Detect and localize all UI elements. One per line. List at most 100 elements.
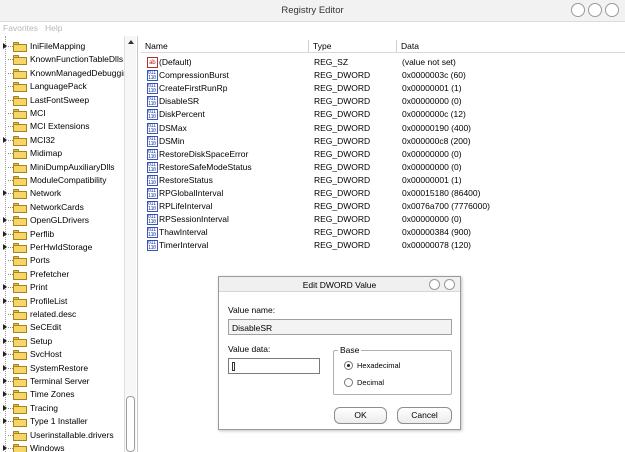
- tree-item[interactable]: Userinstallable.drivers: [0, 429, 126, 442]
- column-header-name[interactable]: Name: [141, 40, 309, 53]
- column-header-type-label: Type: [313, 41, 332, 51]
- list-row[interactable]: 011 110 DiskPercent REG_DWORD 0x0000000c (12…: [141, 108, 625, 121]
- tree-item[interactable]: Prefetcher: [0, 268, 126, 281]
- folder-icon: [13, 430, 27, 441]
- list-row[interactable]: 011 110 RestoreStatus REG_DWORD 0x00000001 (…: [141, 174, 625, 187]
- tree-item[interactable]: SvcHost: [0, 348, 126, 361]
- ok-button[interactable]: OK: [334, 407, 387, 424]
- list-row[interactable]: 011 110 DSMax REG_DWORD 0x00000190 (400): [141, 122, 625, 135]
- hexadecimal-radio[interactable]: [344, 361, 353, 370]
- value-name-text: DisableSR: [232, 323, 273, 333]
- tree-item[interactable]: Perflib: [0, 228, 126, 241]
- dialog-minimize-button[interactable]: [429, 279, 440, 290]
- list-row[interactable]: 011 110 TimerInterval REG_DWORD 0x00000078 (…: [141, 239, 625, 252]
- value-name: DSMax: [159, 122, 187, 133]
- value-type: REG_DWORD: [314, 148, 371, 159]
- list-row[interactable]: 011 110 CompressionBurst REG_DWORD 0x0000003…: [141, 69, 625, 82]
- binary-value-icon: 011 110: [147, 227, 158, 239]
- tree-item-label: Midimap: [30, 148, 63, 159]
- tree-item[interactable]: OpenGLDrivers: [0, 214, 126, 227]
- tree-item[interactable]: Midimap: [0, 147, 126, 160]
- binary-value-icon: 011 110: [147, 214, 158, 226]
- tree-item-label: SeCEdit: [30, 322, 62, 333]
- value-data: 0x00000000 (0): [402, 161, 462, 172]
- tree-item-label: IniFileMapping: [30, 41, 86, 51]
- value-data-input[interactable]: [228, 358, 320, 374]
- column-header-data-label: Data: [401, 41, 419, 51]
- tree-item[interactable]: ProfileList: [0, 295, 126, 308]
- list-row[interactable]: 011 110 RestoreDiskSpaceError REG_DWORD 0x00…: [141, 148, 625, 161]
- folder-icon: [13, 377, 27, 387]
- scrollbar-thumb[interactable]: [126, 396, 135, 452]
- tree-item[interactable]: MiniDumpAuxiliaryDlls: [0, 161, 126, 174]
- tree-item[interactable]: MCI32: [0, 134, 126, 147]
- folder-icon: [13, 109, 27, 119]
- close-button[interactable]: [605, 3, 619, 17]
- tree-item[interactable]: MCI: [0, 107, 126, 120]
- tree-item-label: NetworkCards: [30, 201, 84, 212]
- list-row[interactable]: 011 110 RestoreSafeModeStatus REG_DWORD 0x00…: [141, 161, 625, 174]
- list-row[interactable]: 011 110 RPSessionInterval REG_DWORD 0x000000…: [141, 213, 625, 226]
- list-row[interactable]: 011 110 DisableSR REG_DWORD 0x00000000 (0): [141, 95, 625, 108]
- tree-item[interactable]: IniFileMapping: [0, 40, 126, 53]
- tree-item[interactable]: MCI Extensions: [0, 120, 126, 133]
- tree-item[interactable]: related.desc: [0, 308, 126, 321]
- list-row[interactable]: 011 110 CreateFirstRunRp REG_DWORD 0x0000000…: [141, 82, 625, 95]
- maximize-button[interactable]: [588, 3, 602, 17]
- value-type: REG_DWORD: [314, 214, 371, 225]
- tree-item[interactable]: SystemRestore: [0, 362, 126, 375]
- tree-item[interactable]: PerHwIdStorage: [0, 241, 126, 254]
- dialog-close-button[interactable]: [444, 279, 455, 290]
- folder-icon: [13, 243, 27, 253]
- decimal-radio[interactable]: [344, 378, 353, 387]
- folder-icon: [13, 42, 27, 52]
- list-row[interactable]: ab (Default) REG_SZ (value not set): [141, 56, 625, 69]
- list-row[interactable]: 011 110 RPGlobalInterval REG_DWORD 0x0001518…: [141, 187, 625, 200]
- tree-item[interactable]: Print: [0, 281, 126, 294]
- hexadecimal-label[interactable]: Hexadecimal: [357, 361, 400, 370]
- tree-item[interactable]: Type 1 Installer: [0, 415, 126, 428]
- tree-item[interactable]: NetworkCards: [0, 201, 126, 214]
- list-row[interactable]: 011 110 RPLifeInterval REG_DWORD 0x0076a700 …: [141, 200, 625, 213]
- tree-item[interactable]: KnownFunctionTableDlls: [0, 53, 126, 66]
- column-header-type[interactable]: Type: [309, 40, 397, 53]
- value-type: REG_DWORD: [314, 174, 371, 185]
- cancel-button[interactable]: Cancel: [397, 407, 452, 424]
- tree-item[interactable]: LanguagePack: [0, 80, 126, 93]
- value-data: 0x00000001 (1): [402, 83, 462, 94]
- tree-item[interactable]: Setup: [0, 335, 126, 348]
- tree-item[interactable]: Network: [0, 187, 126, 200]
- folder-icon: [13, 122, 27, 133]
- tree-item[interactable]: Terminal Server: [0, 375, 126, 388]
- scroll-up-arrow-icon[interactable]: [128, 40, 134, 44]
- menu-help[interactable]: Help: [45, 23, 62, 33]
- value-data: 0x00000000 (0): [402, 148, 462, 159]
- tree-scrollbar[interactable]: [124, 36, 136, 452]
- tree-item[interactable]: Time Zones: [0, 388, 126, 401]
- tree-item[interactable]: ModuleCompatibility: [0, 174, 126, 187]
- minimize-button[interactable]: [571, 3, 585, 17]
- menu-favorites[interactable]: Favorites: [3, 23, 38, 33]
- value-name: DSMin: [159, 135, 185, 146]
- decimal-label[interactable]: Decimal: [357, 378, 384, 387]
- column-header-data[interactable]: Data: [397, 40, 625, 53]
- binary-value-icon: 011 110: [147, 83, 158, 95]
- tree-item[interactable]: SeCEdit: [0, 321, 126, 334]
- value-name: RPGlobalInterval: [159, 188, 224, 198]
- dialog-title: Edit DWORD Value: [302, 280, 377, 290]
- list-row[interactable]: 011 110 DSMin REG_DWORD 0x000000c8 (200): [141, 135, 625, 148]
- value-name-label: Value name:: [228, 305, 276, 315]
- tree-item[interactable]: LastFontSweep: [0, 94, 126, 107]
- tree-item[interactable]: Windows: [0, 442, 126, 452]
- value-name: (Default): [159, 57, 192, 67]
- binary-value-icon: 011 110: [147, 122, 158, 134]
- tree-item[interactable]: Ports: [0, 254, 126, 267]
- tree-item[interactable]: KnownManagedDebuggin: [0, 67, 128, 80]
- tree-item[interactable]: Tracing: [0, 402, 126, 415]
- value-data: 0x00015180 (86400): [402, 188, 481, 198]
- value-name: TimerInterval: [159, 240, 209, 251]
- tree-item-label: Terminal Server: [30, 376, 90, 386]
- list-row[interactable]: 011 110 ThawInterval REG_DWORD 0x00000384 (9…: [141, 226, 625, 239]
- folder-icon: [13, 55, 27, 66]
- value-type: REG_DWORD: [314, 240, 371, 251]
